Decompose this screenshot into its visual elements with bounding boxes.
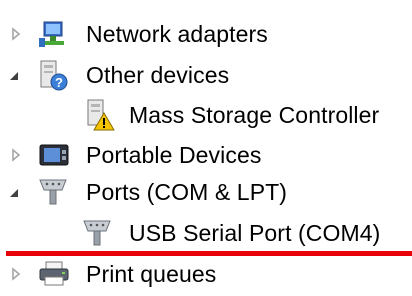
tree-item-mass-storage-controller[interactable]: Mass Storage Controller xyxy=(0,96,412,134)
expand-arrow-icon[interactable] xyxy=(9,27,23,41)
tree-item-label: USB Serial Port (COM4) xyxy=(129,220,381,246)
tree-item-label: Other devices xyxy=(86,62,230,88)
printer-icon xyxy=(39,261,69,286)
tree-item-label: Network adapters xyxy=(86,21,268,47)
warning-device-icon xyxy=(87,99,115,131)
tree-item-network-adapters[interactable]: Network adapters xyxy=(0,15,412,53)
tree-item-portable-devices[interactable]: Portable Devices xyxy=(0,136,412,174)
tree-item-print-queues[interactable]: Print queues xyxy=(0,255,412,293)
network-adapter-icon xyxy=(39,21,64,47)
tree-item-other-devices[interactable]: ? Other devices xyxy=(0,56,412,94)
device-manager-tree: Network adapters ? Other devices Mass St… xyxy=(0,0,412,296)
collapse-arrow-icon[interactable] xyxy=(7,186,21,200)
tree-item-label: Print queues xyxy=(86,261,217,287)
portable-device-icon xyxy=(39,144,69,166)
tree-item-label: Mass Storage Controller xyxy=(129,102,380,128)
unknown-device-icon: ? xyxy=(40,60,68,91)
port-icon xyxy=(39,179,67,205)
tree-item-ports-com-lpt[interactable]: Ports (COM & LPT) xyxy=(0,173,412,211)
tree-item-label: Ports (COM & LPT) xyxy=(86,179,288,205)
tree-item-label: Portable Devices xyxy=(86,142,262,168)
tree-item-usb-serial-port[interactable]: USB Serial Port (COM4) xyxy=(0,214,412,252)
port-icon xyxy=(83,220,111,246)
expand-arrow-icon[interactable] xyxy=(9,267,23,281)
expand-arrow-icon[interactable] xyxy=(9,148,23,162)
svg-text:?: ? xyxy=(55,75,63,90)
collapse-arrow-icon[interactable] xyxy=(7,69,21,83)
